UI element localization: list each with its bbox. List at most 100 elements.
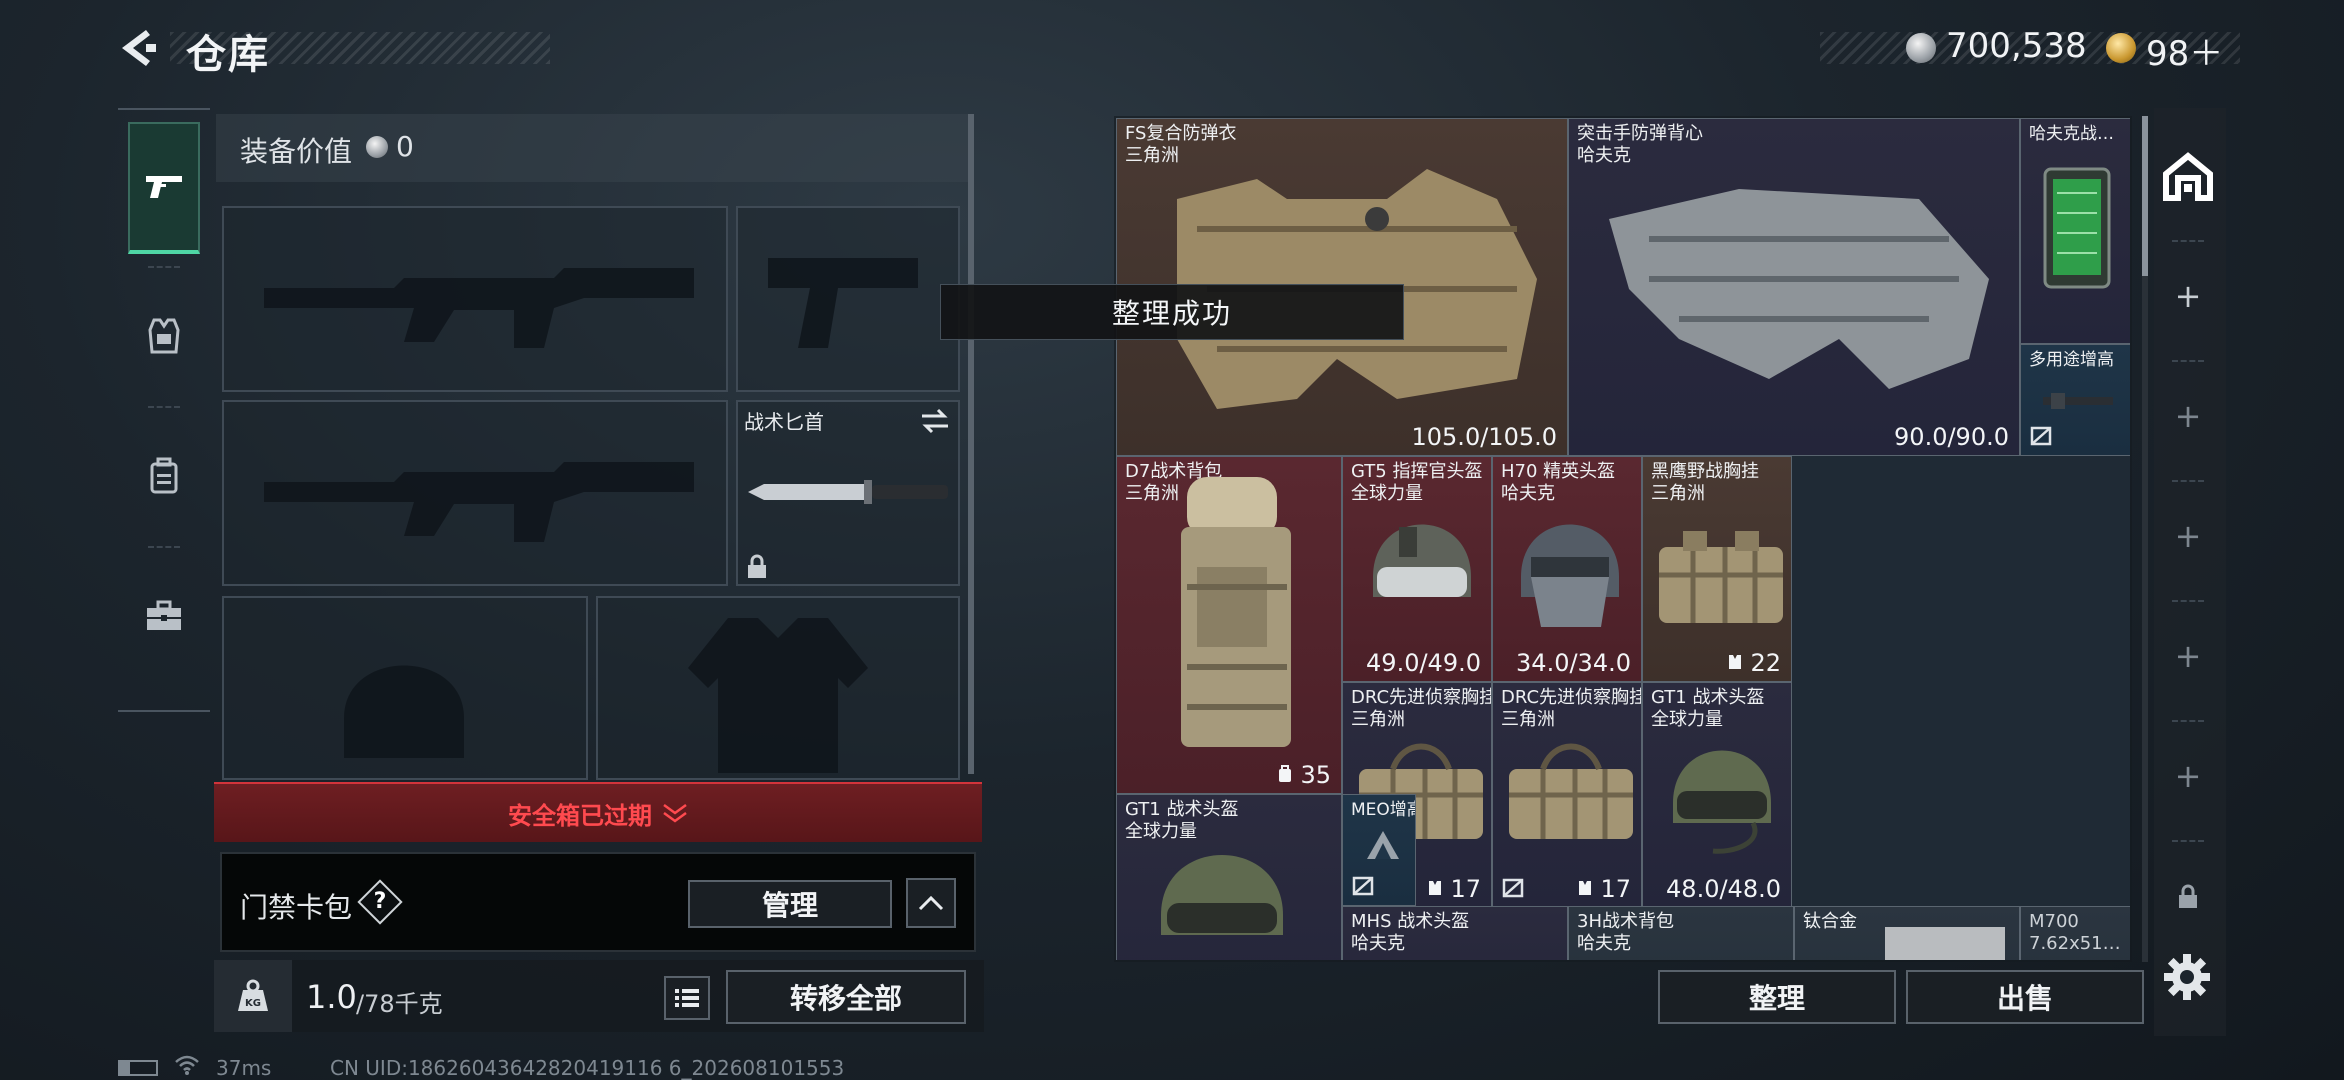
grid-item[interactable]: DRC先进侦察胸挂 三角洲 17 bbox=[1492, 682, 1642, 908]
chest-rig-small-icon bbox=[1728, 655, 1741, 669]
back-arrow-icon[interactable] bbox=[116, 26, 162, 70]
pistol-icon bbox=[146, 176, 182, 198]
safebox-expired-banner[interactable]: 安全箱已过期 bbox=[214, 782, 982, 842]
primary-weapon-slot-2[interactable] bbox=[222, 400, 728, 586]
nav-backpack[interactable] bbox=[128, 410, 200, 542]
grid-item[interactable]: 突击手防弹背心 哈夫克 90.0/90.0 bbox=[1568, 118, 2020, 456]
collapse-button[interactable] bbox=[906, 878, 956, 928]
silver-amount: 700,538 bbox=[1946, 26, 2087, 66]
wifi-icon bbox=[175, 1055, 199, 1075]
grid-item[interactable]: 黑鹰野战胸挂 三角洲 22 bbox=[1642, 456, 1792, 682]
manage-button[interactable]: 管理 bbox=[688, 880, 892, 928]
weight-current: 1.0 bbox=[306, 978, 357, 1016]
armor-slot[interactable] bbox=[596, 596, 960, 780]
gold-amount[interactable]: 98＋ bbox=[2146, 26, 2223, 75]
list-icon bbox=[675, 989, 699, 1007]
grid-item[interactable]: D7战术背包 三角洲 35 bbox=[1116, 456, 1342, 794]
item-name: M700 7.62x51… bbox=[2029, 911, 2121, 954]
add-page-icon[interactable]: + bbox=[2170, 278, 2206, 314]
item-name: DRC先进侦察胸挂 三角洲 bbox=[1501, 687, 1642, 730]
warehouse-icon[interactable] bbox=[2160, 148, 2216, 204]
help-icon[interactable]: ? bbox=[364, 886, 396, 918]
knife-slot[interactable]: 战术匕首 bbox=[736, 400, 960, 586]
helmet-image bbox=[1521, 524, 1619, 627]
item-name: 钛合金 bbox=[1803, 911, 1857, 932]
grid-item[interactable]: 钛合金 bbox=[1794, 906, 2020, 960]
no-insure-icon bbox=[2030, 426, 2052, 446]
grid-item[interactable]: GT1 战术头盔 全球力量 bbox=[1116, 794, 1342, 960]
item-durability: 105.0/105.0 bbox=[1411, 423, 1558, 451]
equipment-scrollbar[interactable] bbox=[968, 114, 974, 774]
titanium-image bbox=[1885, 927, 2005, 960]
page-title: 仓库 bbox=[186, 32, 270, 78]
weight-icon-box: KG bbox=[214, 960, 292, 1032]
item-name: 3H战术背包 哈夫克 bbox=[1577, 911, 1674, 954]
chest-rig-small-icon bbox=[1428, 881, 1441, 895]
chest-rig-image bbox=[1659, 531, 1783, 623]
helmet-slot[interactable] bbox=[222, 596, 588, 780]
equipment-value-label: 装备价值 bbox=[240, 135, 353, 168]
item-count: 17 bbox=[1427, 875, 1481, 903]
backpack-image bbox=[1181, 477, 1291, 747]
nav-weapons[interactable] bbox=[128, 122, 200, 254]
ping-text: 37ms bbox=[216, 1056, 272, 1080]
grid-scrollbar-thumb[interactable] bbox=[2142, 116, 2148, 276]
sort-button[interactable]: 整理 bbox=[1658, 970, 1896, 1024]
item-name: 多用途增高 bbox=[2029, 350, 2114, 370]
grid-item[interactable]: GT5 指挥官头盔 全球力量 49.0/49.0 bbox=[1342, 456, 1492, 682]
transfer-all-button[interactable]: 转移全部 bbox=[726, 970, 966, 1024]
safebox-warning-text: 安全箱已过期 bbox=[508, 801, 652, 830]
grid-item[interactable]: MEO增高架 bbox=[1342, 794, 1416, 906]
backpack-icon bbox=[150, 457, 178, 494]
primary-weapon-slot-1[interactable] bbox=[222, 206, 728, 392]
silver-coin-icon bbox=[1906, 33, 1936, 63]
swap-icon[interactable] bbox=[920, 408, 950, 434]
armor-vest-image bbox=[1609, 189, 1989, 389]
grid-item[interactable]: 哈夫克战… bbox=[2020, 118, 2130, 344]
lock-icon bbox=[2179, 884, 2197, 908]
backpack-small-icon bbox=[1278, 765, 1291, 782]
nav-armor[interactable] bbox=[128, 270, 200, 402]
item-name: MHS 战术头盔 哈夫克 bbox=[1351, 911, 1470, 954]
add-page-icon[interactable]: + bbox=[2170, 758, 2206, 794]
item-count: 17 bbox=[1577, 875, 1631, 903]
list-view-button[interactable] bbox=[664, 976, 710, 1020]
category-sidenav bbox=[118, 108, 210, 712]
helmet-silhouette-icon bbox=[344, 665, 464, 758]
rifle-silhouette-icon bbox=[264, 268, 694, 348]
battery-icon bbox=[118, 1060, 158, 1076]
grid-item[interactable]: GT1 战术头盔 全球力量 48.0/48.0 bbox=[1642, 682, 1792, 908]
sell-button[interactable]: 出售 bbox=[1906, 970, 2144, 1024]
item-durability: 49.0/49.0 bbox=[1366, 649, 1481, 677]
grid-item[interactable]: M700 7.62x51… bbox=[2020, 906, 2130, 960]
secondary-weapon-slot[interactable] bbox=[736, 206, 960, 392]
helmet-image bbox=[1373, 524, 1471, 597]
sort-success-toast: 整理成功 bbox=[940, 284, 1404, 340]
add-page-icon[interactable]: + bbox=[2170, 638, 2206, 674]
item-durability: 34.0/34.0 bbox=[1516, 649, 1631, 677]
grid-item[interactable]: H70 精英头盔 哈夫克 34.0/34.0 bbox=[1492, 456, 1642, 682]
item-name: 哈夫克战… bbox=[2029, 124, 2114, 144]
chevron-up-icon bbox=[918, 895, 944, 911]
weight-max: /78千克 bbox=[356, 990, 443, 1018]
grid-item[interactable]: MHS 战术头盔 哈夫克 bbox=[1342, 906, 1568, 960]
item-name: MEO增高架 bbox=[1351, 800, 1415, 820]
knife-label: 战术匕首 bbox=[744, 410, 824, 434]
chest-rig-small-icon bbox=[1578, 881, 1591, 895]
nav-case[interactable] bbox=[128, 550, 200, 682]
chevron-down-icon bbox=[663, 803, 687, 823]
add-page-icon[interactable]: + bbox=[2170, 398, 2206, 434]
helmet-image bbox=[1673, 750, 1771, 854]
storage-grid: FS复合防弹衣 三角洲 105.0/105.0 突击手防弹背心 哈夫克 90.0/9… bbox=[1116, 118, 2130, 960]
armor-vest-icon bbox=[148, 318, 180, 354]
grid-item[interactable]: 多用途增高 bbox=[2020, 344, 2130, 456]
no-insure-icon bbox=[1502, 878, 1524, 898]
gear-icon[interactable] bbox=[2162, 952, 2212, 1002]
add-page-icon[interactable]: + bbox=[2170, 518, 2206, 554]
item-durability: 90.0/90.0 bbox=[1894, 423, 2009, 451]
item-durability: 48.0/48.0 bbox=[1666, 875, 1781, 903]
silver-coin-icon bbox=[366, 136, 388, 158]
riser-mount-image bbox=[1367, 831, 1399, 859]
tablet-case-image bbox=[2043, 167, 2111, 289]
grid-item[interactable]: 3H战术背包 哈夫克 bbox=[1568, 906, 1794, 960]
